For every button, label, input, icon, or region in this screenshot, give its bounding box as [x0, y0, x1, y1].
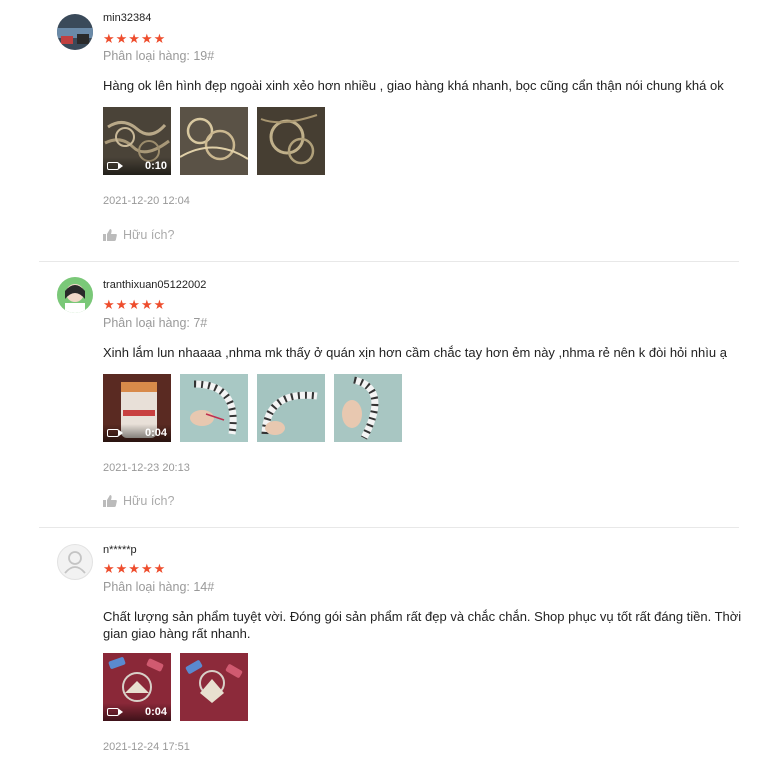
video-duration: 0:04	[144, 427, 167, 439]
review-comment: Chất lượng sản phẩm tuyệt vời. Đóng gói …	[103, 609, 742, 641]
review-date: 2021-12-24 17:51	[103, 741, 190, 753]
reviewer-username[interactable]: tranthixuan05122002	[103, 279, 206, 291]
review-image-thumbnail[interactable]	[257, 374, 325, 442]
review-divider	[39, 261, 739, 262]
review-image-thumbnail[interactable]	[180, 653, 248, 721]
rating-stars: ★★★★★	[103, 31, 167, 46]
avatar[interactable]	[57, 14, 93, 50]
review-image-thumbnail[interactable]	[257, 107, 325, 175]
default-user-icon	[64, 551, 86, 574]
review-comment: Hàng ok lên hình đẹp ngoài xinh xẻo hơn …	[103, 78, 724, 93]
video-overlay: 0:04	[103, 424, 171, 442]
media-gallery: 0:04	[103, 374, 402, 442]
review-comment: Xinh lắm lun nhaaaa ,nhma mk thấy ở quán…	[103, 345, 727, 360]
thumbs-up-icon	[103, 229, 117, 241]
reviewer-username[interactable]: n*****p	[103, 544, 137, 556]
video-overlay: 0:10	[103, 157, 171, 175]
media-gallery: 0:10	[103, 107, 325, 175]
review-date: 2021-12-23 20:13	[103, 462, 190, 474]
helpful-button[interactable]: Hữu ích?	[103, 494, 174, 508]
review-video-thumbnail[interactable]: 0:04	[103, 374, 171, 442]
video-camera-icon	[107, 708, 123, 716]
review-image-thumbnail[interactable]	[334, 374, 402, 442]
review-date: 2021-12-20 12:04	[103, 195, 190, 207]
product-variation: Phân loại hàng: 19#	[103, 49, 215, 63]
review-video-thumbnail[interactable]: 0:10	[103, 107, 171, 175]
rating-stars: ★★★★★	[103, 561, 167, 576]
thumbs-up-icon	[103, 495, 117, 507]
review-video-thumbnail[interactable]: 0:04	[103, 653, 171, 721]
video-duration: 0:04	[144, 706, 167, 718]
review-image-thumbnail[interactable]	[180, 374, 248, 442]
review-divider	[39, 527, 739, 528]
helpful-label: Hữu ích?	[123, 228, 175, 242]
avatar[interactable]	[57, 544, 93, 580]
review-image-thumbnail[interactable]	[180, 107, 248, 175]
helpful-label: Hữu ích?	[123, 494, 175, 508]
video-camera-icon	[107, 429, 123, 437]
avatar[interactable]	[57, 277, 93, 313]
product-variation: Phân loại hàng: 14#	[103, 580, 215, 594]
video-duration: 0:10	[144, 160, 167, 172]
reviewer-username[interactable]: min32384	[103, 12, 151, 24]
product-variation: Phân loại hàng: 7#	[103, 316, 208, 330]
rating-stars: ★★★★★	[103, 297, 167, 312]
media-gallery: 0:04	[103, 653, 248, 721]
video-overlay: 0:04	[103, 703, 171, 721]
video-camera-icon	[107, 162, 123, 170]
helpful-button[interactable]: Hữu ích?	[103, 228, 174, 242]
